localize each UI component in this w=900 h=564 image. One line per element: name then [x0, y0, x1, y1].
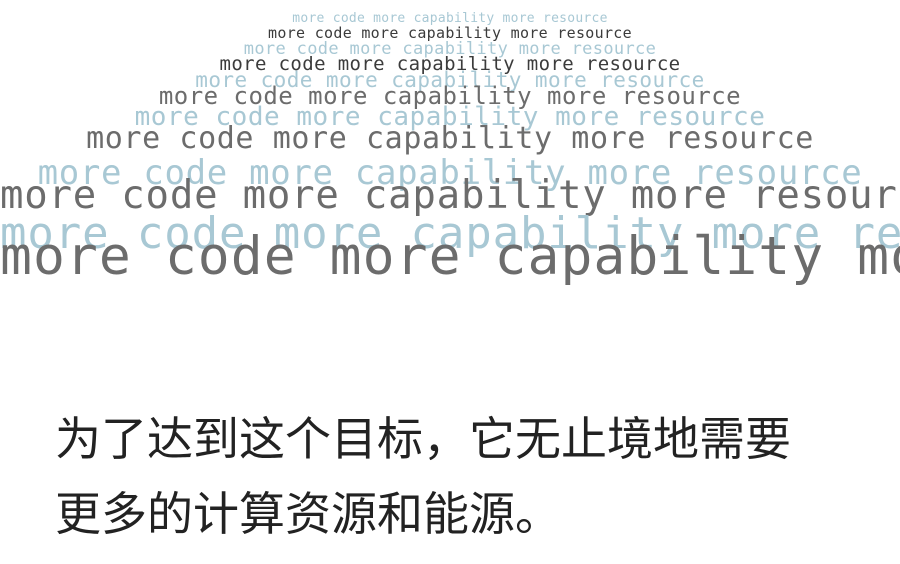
word-line-12: more code more capability more resource: [0, 226, 900, 287]
caption-text: 为了达到这个目标，它无止境地需要 更多的计算资源和能源。: [55, 402, 855, 552]
word-stack: more code more capability more resource …: [0, 0, 900, 300]
caption-line-1: 为了达到这个目标，它无止境地需要: [55, 412, 791, 466]
word-line-8: more code more capability more resource: [86, 121, 814, 156]
caption-line-2: 更多的计算资源和能源。: [55, 487, 561, 541]
